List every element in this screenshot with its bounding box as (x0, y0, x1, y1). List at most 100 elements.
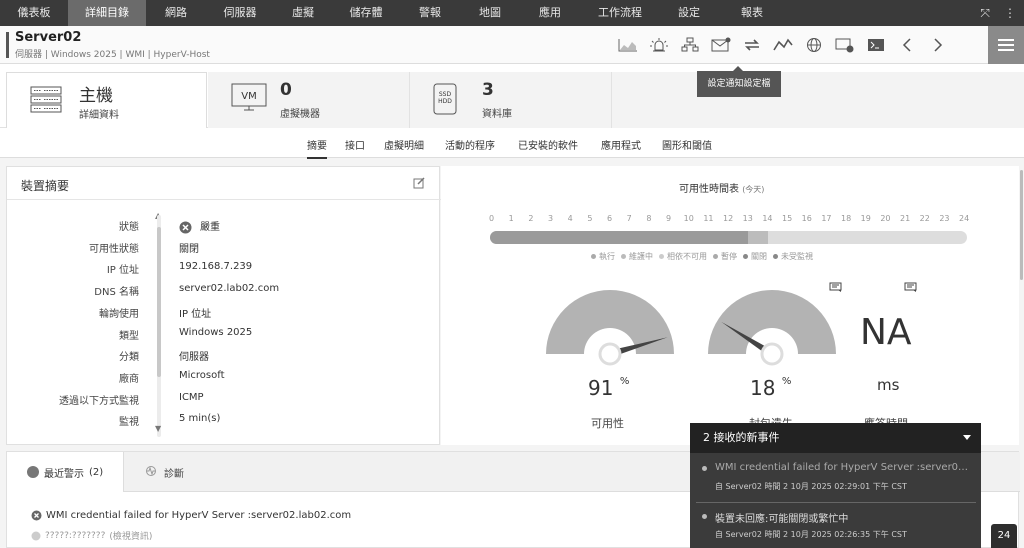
tab-item[interactable]: 已安裝的軟件 (518, 137, 578, 152)
property-value: Microsoft (179, 369, 225, 381)
availability-up-segment (490, 231, 749, 244)
summary-cards: 主機 詳細資料 VM 0 虛擬機器 SSD HDD 3 資料庫 (0, 64, 1024, 128)
availability-number: 91 (588, 376, 614, 400)
info-icon (31, 531, 41, 540)
hour-tick: 2 (528, 214, 534, 223)
status-text: 嚴重 (200, 222, 220, 233)
device-subtitle: 伺服器 | Windows 2025 | WMI | HyperV-Host (15, 50, 210, 60)
events-header[interactable]: 2 接收的新事件 (690, 423, 981, 453)
property-key: DNS 名稱 (94, 287, 139, 299)
hour-tick: 10 (683, 214, 694, 223)
panel-separator (7, 199, 441, 200)
nav-item[interactable]: 伺服器 (206, 0, 274, 26)
nav-item[interactable]: 網路 (146, 0, 206, 26)
property-value: 嚴重 (179, 218, 220, 234)
availability-legend: 執行 維護中 相依不可用 暫停 關閉 未受監視 (591, 251, 819, 262)
vm-card[interactable]: VM 0 虛擬機器 (208, 72, 410, 128)
vm-icon-text: VM (241, 91, 256, 102)
nav-item[interactable]: 設定 (660, 0, 718, 26)
nav-item[interactable]: 地圖 (460, 0, 520, 26)
collapse-icon[interactable]: ⤧ (980, 6, 990, 21)
nav-item[interactable]: 報表 (718, 0, 786, 26)
device-header: Server02 伺服器 | Windows 2025 | WMI | Hype… (0, 26, 1024, 64)
hour-tick: 14 (762, 214, 773, 223)
availability-bar[interactable] (490, 231, 967, 244)
nav-item[interactable]: 儲存體 (332, 0, 400, 26)
tab-item[interactable]: 圖形和閾值 (662, 137, 712, 152)
tab-item[interactable]: 接口 (345, 137, 365, 152)
message-icon[interactable] (904, 282, 918, 296)
nav-item[interactable]: 警報 (400, 0, 460, 26)
recent-alerts-label: 最近警示 (44, 468, 84, 480)
property-row: 廠商 Microsoft (7, 370, 441, 390)
event-text: WMI credential failed for HyperV Server … (715, 462, 973, 473)
tab-item[interactable]: 虛擬明細 (384, 137, 424, 152)
property-row: 類型 Windows 2025 (7, 327, 441, 347)
nav-item[interactable]: 工作流程 (580, 0, 660, 26)
bullet-icon (702, 514, 707, 519)
chart-icon[interactable] (612, 26, 643, 64)
gauge-hub (598, 342, 622, 366)
tab-recent-alerts[interactable]: 最近警示 (2) (7, 452, 124, 492)
property-row: 監視 5 min(s) (7, 413, 441, 433)
nav-item[interactable]: 儀表板 (0, 0, 68, 26)
hour-tick: 7 (626, 214, 632, 223)
view-info-link[interactable]: (檢視資訊) (109, 529, 152, 542)
db-card[interactable]: SSD HDD 3 資料庫 (410, 72, 612, 128)
host-card[interactable]: 主機 詳細資料 (6, 72, 207, 128)
top-right-icons: ⤧ ⋮ (980, 0, 1016, 26)
monitor-settings-icon[interactable] (829, 26, 860, 64)
next-icon[interactable] (922, 26, 953, 64)
legend-label: 未受監視 (781, 252, 813, 261)
property-key: 分類 (119, 352, 139, 364)
alert-item[interactable]: WMI credential failed for HyperV Server … (31, 510, 351, 521)
legend-label: 相依不可用 (667, 252, 707, 261)
property-row: DNS 名稱 server02.lab02.com (7, 283, 441, 303)
page-scrollbar-thumb[interactable] (1020, 170, 1023, 280)
property-key: IP 位址 (106, 265, 139, 277)
tab-diagnostics[interactable]: 診斷 (145, 452, 184, 492)
host-card-label: 詳細資料 (79, 110, 119, 121)
caret-down-icon[interactable] (963, 435, 971, 440)
edit-icon[interactable] (413, 177, 425, 192)
nav-item[interactable]: 詳細目錄 (68, 0, 146, 26)
tab-item[interactable]: 活動的程序 (445, 137, 495, 152)
critical-icon (179, 221, 192, 233)
legend-label: 執行 (599, 252, 615, 261)
vm-label: 虛擬機器 (280, 109, 320, 120)
chat-icon[interactable]: 24 (991, 524, 1017, 548)
more-icon[interactable]: ⋮ (1004, 6, 1016, 20)
prev-icon[interactable] (891, 26, 922, 64)
property-key: 監視 (119, 417, 139, 429)
availability-panel: 可用性時間表 (今天) 0 1 2 3 4 5 6 7 8 9 10 11 12 13 14 15 16 17 18… (441, 166, 1019, 445)
hour-tick: 13 (742, 214, 753, 223)
diagnostics-icon (145, 465, 159, 480)
globe-icon[interactable] (798, 26, 829, 64)
menu-line (998, 49, 1014, 51)
page-scrollbar[interactable] (1019, 166, 1024, 286)
legend-item: 執行 (591, 252, 615, 261)
message-icon[interactable] (829, 282, 843, 296)
alarm-bell-icon (27, 466, 39, 478)
legend-item: 暫停 (713, 252, 737, 261)
property-value: 192.168.7.239 (179, 261, 253, 273)
vm-monitor-icon: VM (230, 82, 268, 117)
hour-tick: 23 (939, 214, 950, 223)
nav-item[interactable]: 虛擬 (274, 0, 332, 26)
property-key: 類型 (119, 330, 139, 342)
alarm-icon[interactable] (643, 26, 674, 64)
card-filler (612, 72, 1024, 128)
nav-item[interactable]: 應用 (520, 0, 580, 26)
gauge-hub (760, 342, 784, 366)
property-row: 可用性狀態 關閉 (7, 240, 441, 260)
tab-item[interactable]: 摘要 (307, 137, 327, 159)
terminal-icon[interactable] (860, 26, 891, 64)
hamburger-menu-button[interactable] (988, 26, 1024, 64)
mail-icon[interactable] (705, 26, 736, 64)
tab-item[interactable]: 應用程式 (601, 137, 641, 152)
network-icon[interactable] (674, 26, 705, 64)
hour-tick: 5 (587, 214, 593, 223)
availability-down-segment (748, 231, 769, 244)
trend-icon[interactable] (767, 26, 798, 64)
sync-icon[interactable] (736, 26, 767, 64)
